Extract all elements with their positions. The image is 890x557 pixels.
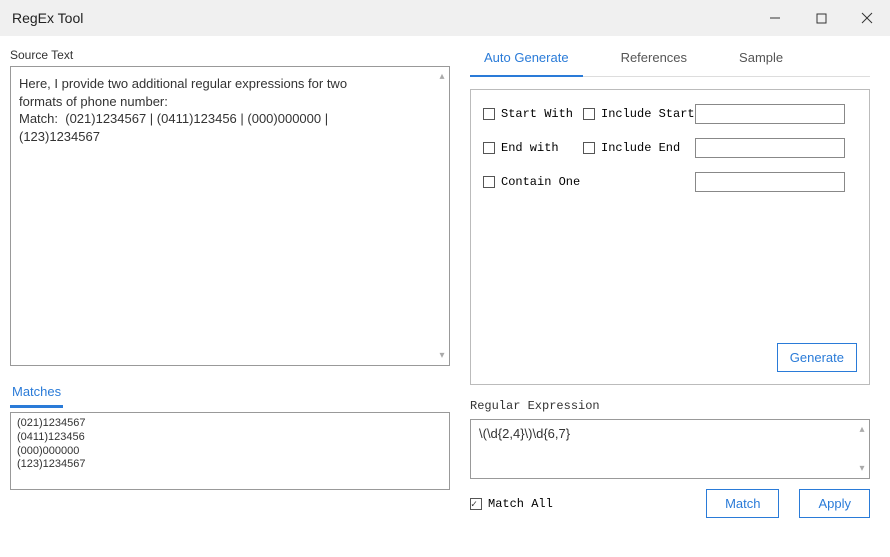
contain-one-checkbox[interactable]: Contain One [483,175,583,189]
apply-button[interactable]: Apply [799,489,870,518]
matches-list[interactable]: (021)1234567 (0411)123456 (000)000000 (1… [10,412,450,490]
match-item: (021)1234567 [17,417,443,431]
generate-button[interactable]: Generate [777,343,857,372]
match-all-checkbox[interactable]: Match All [470,497,553,511]
regex-container: ▴ ▾ [470,419,870,479]
source-text-container: ▴ ▾ [10,66,450,366]
include-end-label: Include End [601,141,680,155]
titlebar: RegEx Tool [0,0,890,36]
source-text-input[interactable] [11,67,449,365]
match-button[interactable]: Match [706,489,779,518]
end-with-checkbox[interactable]: End with [483,141,583,155]
regex-label: Regular Expression [470,399,870,413]
window-controls [752,0,890,36]
matches-tabbar: Matches [10,380,450,408]
include-start-label: Include Start [601,107,695,121]
include-end-checkbox[interactable]: Include End [583,141,695,155]
include-start-checkbox[interactable]: Include Start [583,107,695,121]
window-title: RegEx Tool [12,10,83,26]
tab-matches[interactable]: Matches [10,380,63,408]
tab-sample[interactable]: Sample [725,42,797,76]
start-with-input[interactable] [695,104,845,124]
tab-auto-generate[interactable]: Auto Generate [470,42,583,77]
minimize-button[interactable] [752,0,798,36]
end-with-label: End with [501,141,559,155]
start-with-checkbox[interactable]: Start With [483,107,583,121]
start-with-label: Start With [501,107,573,121]
regex-input[interactable] [471,420,869,478]
contain-one-label: Contain One [501,175,580,189]
contain-one-input[interactable] [695,172,845,192]
match-item: (123)1234567 [17,458,443,472]
source-text-label: Source Text [10,48,450,62]
match-all-label: Match All [488,497,553,511]
match-item: (0411)123456 [17,431,443,445]
auto-generate-panel: Start With Include Start End with Includ… [470,89,870,385]
match-item: (000)000000 [17,445,443,459]
maximize-button[interactable] [798,0,844,36]
right-tabbar: Auto Generate References Sample [470,42,870,77]
close-button[interactable] [844,0,890,36]
end-with-input[interactable] [695,138,845,158]
tab-references[interactable]: References [607,42,701,76]
